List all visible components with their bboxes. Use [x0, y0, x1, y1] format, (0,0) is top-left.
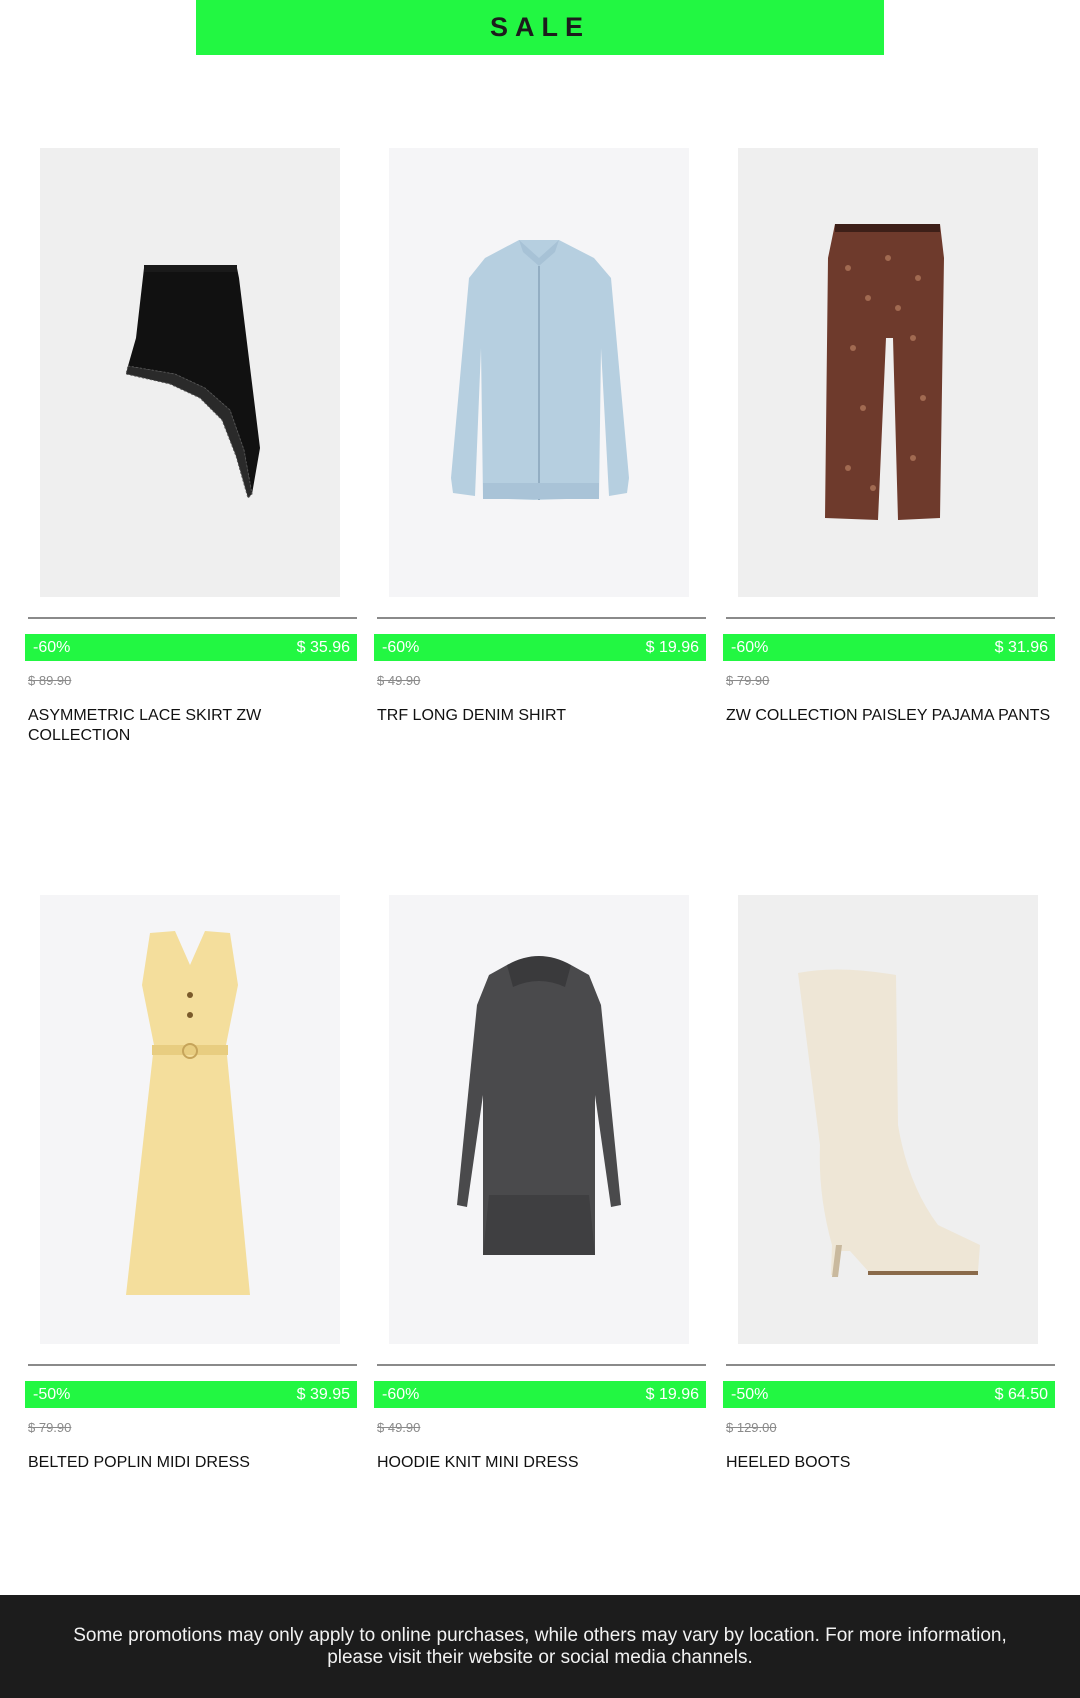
product-card[interactable]: -60% $ 31.96 $ 79.90 ZW COLLECTION PAISL… [723, 148, 1055, 748]
original-price: $ 49.90 [377, 1420, 421, 1435]
price-bar: -60% $ 19.96 [374, 634, 706, 661]
discount-badge: -60% [33, 638, 71, 656]
sale-price: $ 19.96 [645, 1385, 699, 1403]
product-card[interactable]: -60% $ 19.96 $ 49.90 TRF LONG DENIM SHIR… [374, 148, 706, 748]
divider [726, 617, 1055, 619]
product-card[interactable]: -50% $ 64.50 $ 129.00 HEELED BOOTS [723, 895, 1055, 1495]
product-card[interactable]: -60% $ 35.96 $ 89.90 ASYMMETRIC LACE SKI… [25, 148, 357, 748]
product-name[interactable]: HEELED BOOTS [726, 1453, 1052, 1473]
product-image-light-denim-shirt[interactable] [389, 148, 689, 597]
divider [377, 1364, 706, 1366]
divider [726, 1364, 1055, 1366]
sale-page: SALE -60% $ 35.96 $ 89.90 ASYMMETRIC LAC… [0, 0, 1080, 1698]
product-card[interactable]: -60% $ 19.96 $ 49.90 HOODIE KNIT MINI DR… [374, 895, 706, 1495]
original-price: $ 79.90 [726, 673, 770, 688]
price-bar: -50% $ 64.50 [723, 1381, 1055, 1408]
discount-badge: -50% [33, 1385, 71, 1403]
sale-price: $ 39.95 [296, 1385, 350, 1403]
discount-badge: -60% [382, 1385, 420, 1403]
divider [28, 617, 357, 619]
discount-badge: -60% [731, 638, 769, 656]
product-name[interactable]: ASYMMETRIC LACE SKIRT ZW COLLECTION [28, 706, 354, 746]
sale-banner-label: SALE [489, 12, 590, 42]
footer-disclaimer: Some promotions may only apply to online… [73, 1624, 1007, 1668]
footer: Some promotions may only apply to online… [0, 1595, 1080, 1698]
sale-banner[interactable]: SALE [196, 0, 884, 55]
sale-price: $ 31.96 [994, 638, 1048, 656]
price-bar: -50% $ 39.95 [25, 1381, 357, 1408]
original-price: $ 89.90 [28, 673, 72, 688]
product-image-grey-hoodie-dress[interactable] [389, 895, 689, 1344]
product-name[interactable]: HOODIE KNIT MINI DRESS [377, 1453, 703, 1473]
divider [377, 617, 706, 619]
product-name[interactable]: BELTED POPLIN MIDI DRESS [28, 1453, 354, 1473]
divider [28, 1364, 357, 1366]
price-bar: -60% $ 35.96 [25, 634, 357, 661]
product-image-paisley-pants[interactable] [738, 148, 1038, 597]
product-name[interactable]: TRF LONG DENIM SHIRT [377, 706, 703, 726]
sale-price: $ 19.96 [645, 638, 699, 656]
product-image-yellow-midi-dress[interactable] [40, 895, 340, 1344]
price-bar: -60% $ 31.96 [723, 634, 1055, 661]
discount-badge: -50% [731, 1385, 769, 1403]
original-price: $ 49.90 [377, 673, 421, 688]
sale-price: $ 35.96 [296, 638, 350, 656]
discount-badge: -60% [382, 638, 420, 656]
price-bar: -60% $ 19.96 [374, 1381, 706, 1408]
product-image-cream-heeled-boot[interactable] [738, 895, 1038, 1344]
product-name[interactable]: ZW COLLECTION PAISLEY PAJAMA PANTS [726, 706, 1052, 726]
sale-price: $ 64.50 [994, 1385, 1048, 1403]
product-image-black-lace-skirt[interactable] [40, 148, 340, 597]
product-card[interactable]: -50% $ 39.95 $ 79.90 BELTED POPLIN MIDI … [25, 895, 357, 1495]
original-price: $ 129.00 [726, 1420, 777, 1435]
original-price: $ 79.90 [28, 1420, 72, 1435]
